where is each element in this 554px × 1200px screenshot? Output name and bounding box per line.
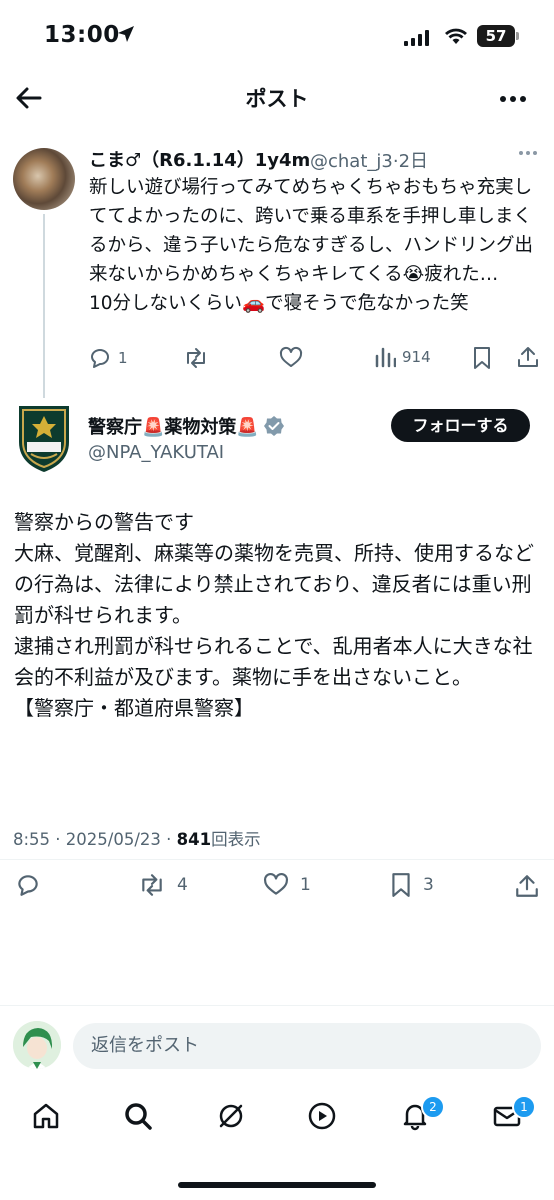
- post-menu-icon[interactable]: [518, 150, 538, 156]
- divider: [0, 859, 554, 860]
- avatar-cat[interactable]: [13, 148, 75, 210]
- views-icon: [375, 347, 396, 368]
- repost-button[interactable]: [183, 346, 209, 370]
- main-reply-button[interactable]: [15, 872, 41, 898]
- tab-grok[interactable]: [209, 1094, 253, 1138]
- grok-icon: [219, 1104, 243, 1128]
- like-count: 1: [300, 875, 311, 895]
- share-icon[interactable]: [516, 345, 540, 369]
- post-view-label: 回表示: [211, 830, 261, 849]
- author-name-text: 警察庁🚨薬物対策🚨: [88, 417, 259, 438]
- video-icon: [308, 1102, 336, 1130]
- view-count: 914: [402, 348, 431, 366]
- share-icon[interactable]: [514, 873, 540, 899]
- post-view-count: 841: [176, 830, 212, 849]
- battery-level: 57: [477, 25, 515, 47]
- views-button[interactable]: 914: [374, 346, 431, 368]
- repost-icon: [187, 348, 205, 368]
- repost-icon: [142, 874, 162, 896]
- bookmark-icon: [392, 873, 410, 897]
- repost-count: 4: [177, 875, 188, 895]
- like-button[interactable]: [279, 346, 303, 370]
- status-time: 13:00: [44, 22, 120, 48]
- post-text: 新しい遊び場行ってみてめちゃくちゃおもちゃ充実しててよかったのに、跨いで乗る車系…: [89, 177, 534, 314]
- user-avatar[interactable]: [13, 1021, 61, 1069]
- reply-count: 1: [118, 349, 128, 367]
- bookmark-count: 3: [423, 875, 434, 895]
- main-bookmark-button[interactable]: 3: [389, 872, 434, 898]
- more-icon[interactable]: [499, 95, 527, 103]
- messages-badge: 1: [512, 1095, 536, 1119]
- post-timestamp: 8:55 · 2025/05/23 ·: [13, 830, 177, 849]
- home-indicator: [178, 1182, 376, 1188]
- wifi-icon: [445, 28, 467, 44]
- author-handle: @chat_j3: [310, 151, 393, 172]
- battery-tip: [516, 32, 519, 40]
- main-post-text: 警察からの警告です 大麻、覚醒剤、麻薬等の薬物を売買、所持、使用するなどの行為は…: [14, 510, 534, 720]
- follow-button[interactable]: フォローする: [391, 409, 530, 442]
- author-handle-npa[interactable]: @NPA_YAKUTAI: [88, 442, 224, 463]
- search-icon: [125, 1103, 152, 1130]
- signal-icon: [404, 30, 429, 46]
- tab-video[interactable]: [300, 1094, 344, 1138]
- author-handle-time[interactable]: @chat_j3·2日: [310, 147, 428, 173]
- author-name-npa[interactable]: 警察庁🚨薬物対策🚨: [88, 413, 285, 439]
- page-title: ポスト: [245, 87, 309, 111]
- post-meta: 8:55 · 2025/05/23 · 841回表示: [13, 826, 261, 850]
- back-arrow-icon[interactable]: [14, 83, 44, 113]
- reply-icon: [18, 875, 38, 896]
- police-emblem-avatar[interactable]: [13, 402, 75, 474]
- thread-line: [43, 214, 45, 398]
- reply-input[interactable]: 返信をポスト: [73, 1023, 541, 1069]
- tab-search[interactable]: [116, 1094, 160, 1138]
- post-age: ·2日: [392, 151, 429, 172]
- author-name[interactable]: こま♂（R6.1.14）1y4m: [89, 146, 310, 172]
- reply-icon: [91, 349, 109, 368]
- like-icon: [279, 346, 303, 367]
- bookmark-icon[interactable]: [471, 346, 493, 370]
- tab-home[interactable]: [24, 1094, 68, 1138]
- main-repost-button[interactable]: 4: [137, 872, 188, 898]
- notifications-badge: 2: [421, 1095, 445, 1119]
- verified-icon: [263, 416, 284, 436]
- divider: [0, 1005, 554, 1006]
- like-icon: [264, 872, 288, 895]
- home-icon: [33, 1103, 59, 1129]
- main-like-button[interactable]: 1: [262, 872, 311, 898]
- reply-button[interactable]: 1: [88, 346, 128, 370]
- location-arrow-icon: [118, 26, 134, 42]
